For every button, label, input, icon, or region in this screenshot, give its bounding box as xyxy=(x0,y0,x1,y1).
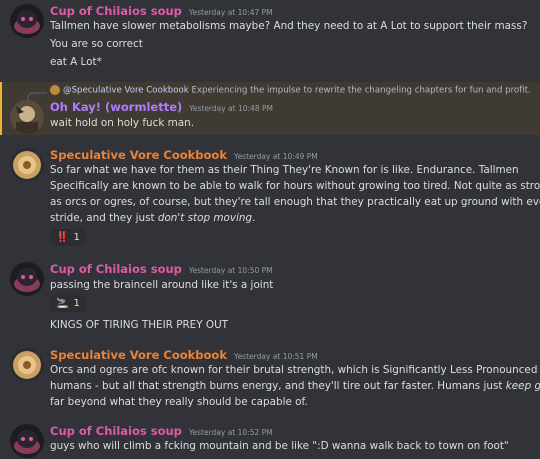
message-text: eat A Lot* xyxy=(50,56,102,68)
message-text: stride, and they just don't stop moving. xyxy=(50,210,255,226)
text-span: . xyxy=(252,212,256,224)
author-name[interactable]: Oh Kay! (wormlette) Yesterday at 10:48 PM xyxy=(50,100,273,114)
avatar[interactable] xyxy=(10,100,44,134)
highlighted-message: @Speculative Vore Cookbook Experiencing … xyxy=(0,82,540,135)
avatar[interactable] xyxy=(10,4,44,38)
reaction-count: 1 xyxy=(73,232,80,243)
author-name[interactable]: Speculative Vore Cookbook Yesterday at 10… xyxy=(50,148,318,162)
timestamp: Yesterday at 10:48 PM xyxy=(189,104,273,113)
message-group: Cup of Chilaios soup Yesterday at 10:52 P… xyxy=(0,420,540,459)
message-text: Orcs and ogres are ofc known for their b… xyxy=(50,364,540,376)
mention-bar xyxy=(0,82,2,135)
timestamp: Yesterday at 10:52 PM xyxy=(188,428,273,437)
author-name[interactable]: Speculative Vore Cookbook Yesterday at 10… xyxy=(50,348,318,362)
message-text: as orcs or ogres, of course, but they're… xyxy=(50,196,540,208)
message-text: guys who will climb a fcking mountain an… xyxy=(50,440,509,452)
avatar[interactable] xyxy=(10,148,44,182)
double-exclamation-icon: ‼️ xyxy=(56,232,69,243)
message-text: humans - but all that strength burns ene… xyxy=(50,378,540,394)
timestamp: Yesterday at 10:49 PM xyxy=(233,152,318,161)
message-text: passing the braincell around like it's a… xyxy=(50,279,274,291)
message-text: wait hold on holy fuck man. xyxy=(50,117,195,129)
avatar[interactable] xyxy=(10,262,44,296)
message-group: Speculative Vore Cookbook Yesterday at 10… xyxy=(0,144,540,249)
message-text: Specifically are known to be able to wal… xyxy=(50,180,540,192)
reaction-button[interactable]: 🚬 1 xyxy=(50,295,86,312)
message-group: Cup of Chilaios soup Yesterday at 10:50 P… xyxy=(0,258,540,340)
text-span: stride, and they just xyxy=(50,212,158,224)
timestamp: Yesterday at 10:50 PM xyxy=(188,266,273,275)
reply-preview[interactable]: @Speculative Vore Cookbook Experiencing … xyxy=(50,85,531,96)
message-group: Speculative Vore Cookbook Yesterday at 10… xyxy=(0,344,540,414)
message-group: Cup of Chilaios soup Yesterday at 10:47 P… xyxy=(0,0,540,82)
message-text: KINGS OF TIRING THEIR PREY OUT xyxy=(50,319,229,331)
reply-mention: @Speculative Vore Cookbook xyxy=(63,85,189,96)
author-name[interactable]: Cup of Chilaios soup Yesterday at 10:52 P… xyxy=(50,424,273,438)
timestamp: Yesterday at 10:51 PM xyxy=(233,352,318,361)
message-text: Tallmen have slower metabolisms maybe? A… xyxy=(50,20,528,32)
timestamp: Yesterday at 10:47 PM xyxy=(188,8,273,17)
reply-text: Experiencing the impulse to rewrite the … xyxy=(191,85,531,96)
italic-text: don't stop moving xyxy=(157,212,253,224)
reaction-count: 1 xyxy=(73,298,80,309)
avatar[interactable] xyxy=(10,424,44,458)
message-text: far beyond what they really should be ca… xyxy=(50,396,308,408)
author-name[interactable]: Cup of Chilaios soup Yesterday at 10:50 P… xyxy=(50,262,273,276)
message-text: You are so correct xyxy=(50,38,143,50)
text-span: humans - but all that strength burns ene… xyxy=(50,380,506,392)
cigarette-icon: 🚬 xyxy=(56,298,69,309)
author-name[interactable]: Cup of Chilaios soup Yesterday at 10:47 P… xyxy=(50,4,273,18)
italic-text: keep going xyxy=(505,380,540,392)
reply-avatar xyxy=(50,85,60,95)
chat-log: Cup of Chilaios soup Yesterday at 10:47 P… xyxy=(0,0,540,459)
reaction-button[interactable]: ‼️ 1 xyxy=(50,229,86,246)
message-text: So far what we have for them as their Th… xyxy=(50,164,519,176)
avatar[interactable] xyxy=(10,348,44,382)
